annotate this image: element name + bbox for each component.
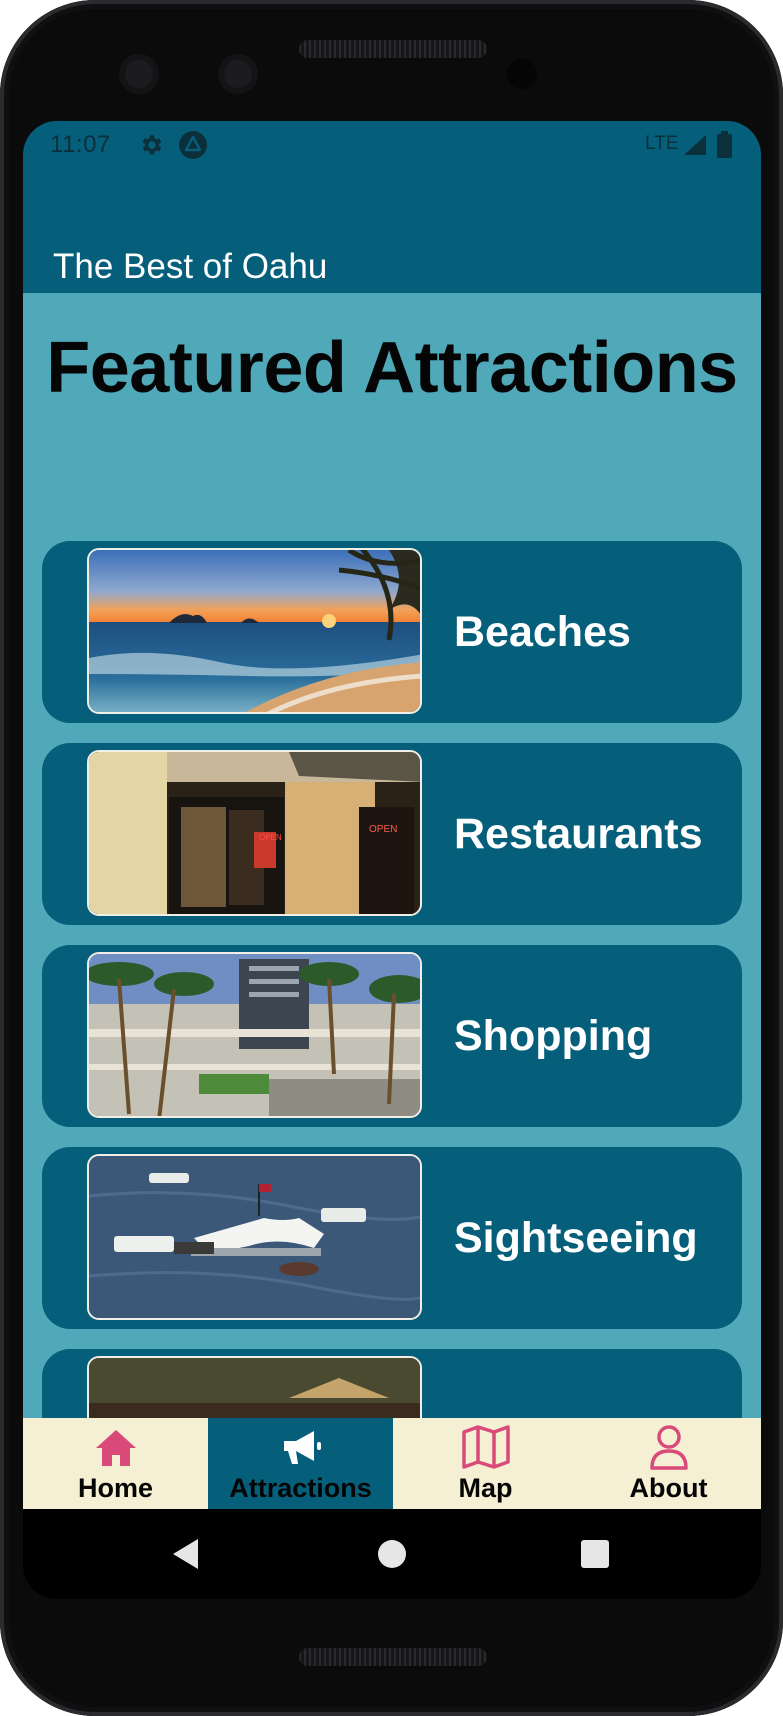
card-sightseeing[interactable]: Sightseeing — [42, 1147, 742, 1329]
nav-label: Map — [458, 1473, 513, 1503]
status-bar: 11:07 LTE — [23, 121, 761, 169]
person-icon — [649, 1425, 688, 1470]
page-title: Featured Attractions — [46, 328, 738, 408]
screen: 11:07 LTE The Best of Oahu Featured Attr… — [23, 121, 761, 1599]
nav-label: Home — [77, 1473, 153, 1503]
bottom-speaker — [299, 1648, 487, 1666]
shopping-center-photo — [87, 952, 422, 1118]
card-label: Shopping — [454, 1012, 653, 1060]
system-nav-bar — [23, 1509, 761, 1599]
front-camera-secondary — [218, 54, 258, 94]
proximity-sensor — [507, 59, 537, 89]
network-type: LTE — [645, 133, 679, 154]
nav-about[interactable]: About — [576, 1418, 761, 1509]
beach-sunset-photo — [87, 548, 422, 714]
arizona-memorial-photo — [87, 1154, 422, 1320]
map-icon — [461, 1425, 510, 1469]
card-label: Beaches — [454, 608, 631, 656]
front-camera — [119, 54, 159, 94]
app-title: The Best of Oahu — [53, 247, 328, 286]
earpiece-speaker — [299, 40, 487, 58]
svg-text:OPEN: OPEN — [369, 824, 397, 835]
card-shopping[interactable]: Shopping — [42, 945, 742, 1127]
recents-icon[interactable] — [581, 1540, 609, 1568]
alert-icon — [179, 131, 207, 159]
nav-attractions[interactable]: Attractions — [208, 1418, 393, 1509]
phone-frame: 11:07 LTE The Best of Oahu Featured Attr… — [0, 0, 783, 1716]
card-label: Sightseeing — [454, 1214, 698, 1262]
megaphone-icon — [283, 1431, 321, 1464]
card-label: Restaurants — [454, 810, 703, 858]
restaurant-storefront-photo: OPEN OPEN — [87, 750, 422, 916]
app-bar: The Best of Oahu — [23, 169, 761, 293]
signal-icon — [684, 135, 706, 155]
nav-home[interactable]: Home — [23, 1418, 208, 1509]
nav-label: Attractions — [229, 1473, 372, 1503]
gear-icon — [142, 135, 162, 155]
card-restaurants[interactable]: OPEN OPEN Restaurants — [42, 743, 742, 925]
bottom-nav: Home Attractions Map About — [23, 1418, 761, 1509]
status-time: 11:07 — [50, 131, 111, 158]
nav-label: About — [629, 1473, 708, 1503]
back-icon[interactable] — [173, 1539, 198, 1569]
home-icon — [95, 1430, 136, 1466]
nav-map[interactable]: Map — [393, 1418, 578, 1509]
attractions-content[interactable]: Featured Attractions Beaches OPEN OPEN R… — [23, 293, 761, 1531]
card-beaches[interactable]: Beaches — [42, 541, 742, 723]
battery-icon — [717, 131, 732, 158]
home-circle-icon[interactable] — [378, 1540, 406, 1568]
svg-text:OPEN: OPEN — [259, 833, 282, 842]
